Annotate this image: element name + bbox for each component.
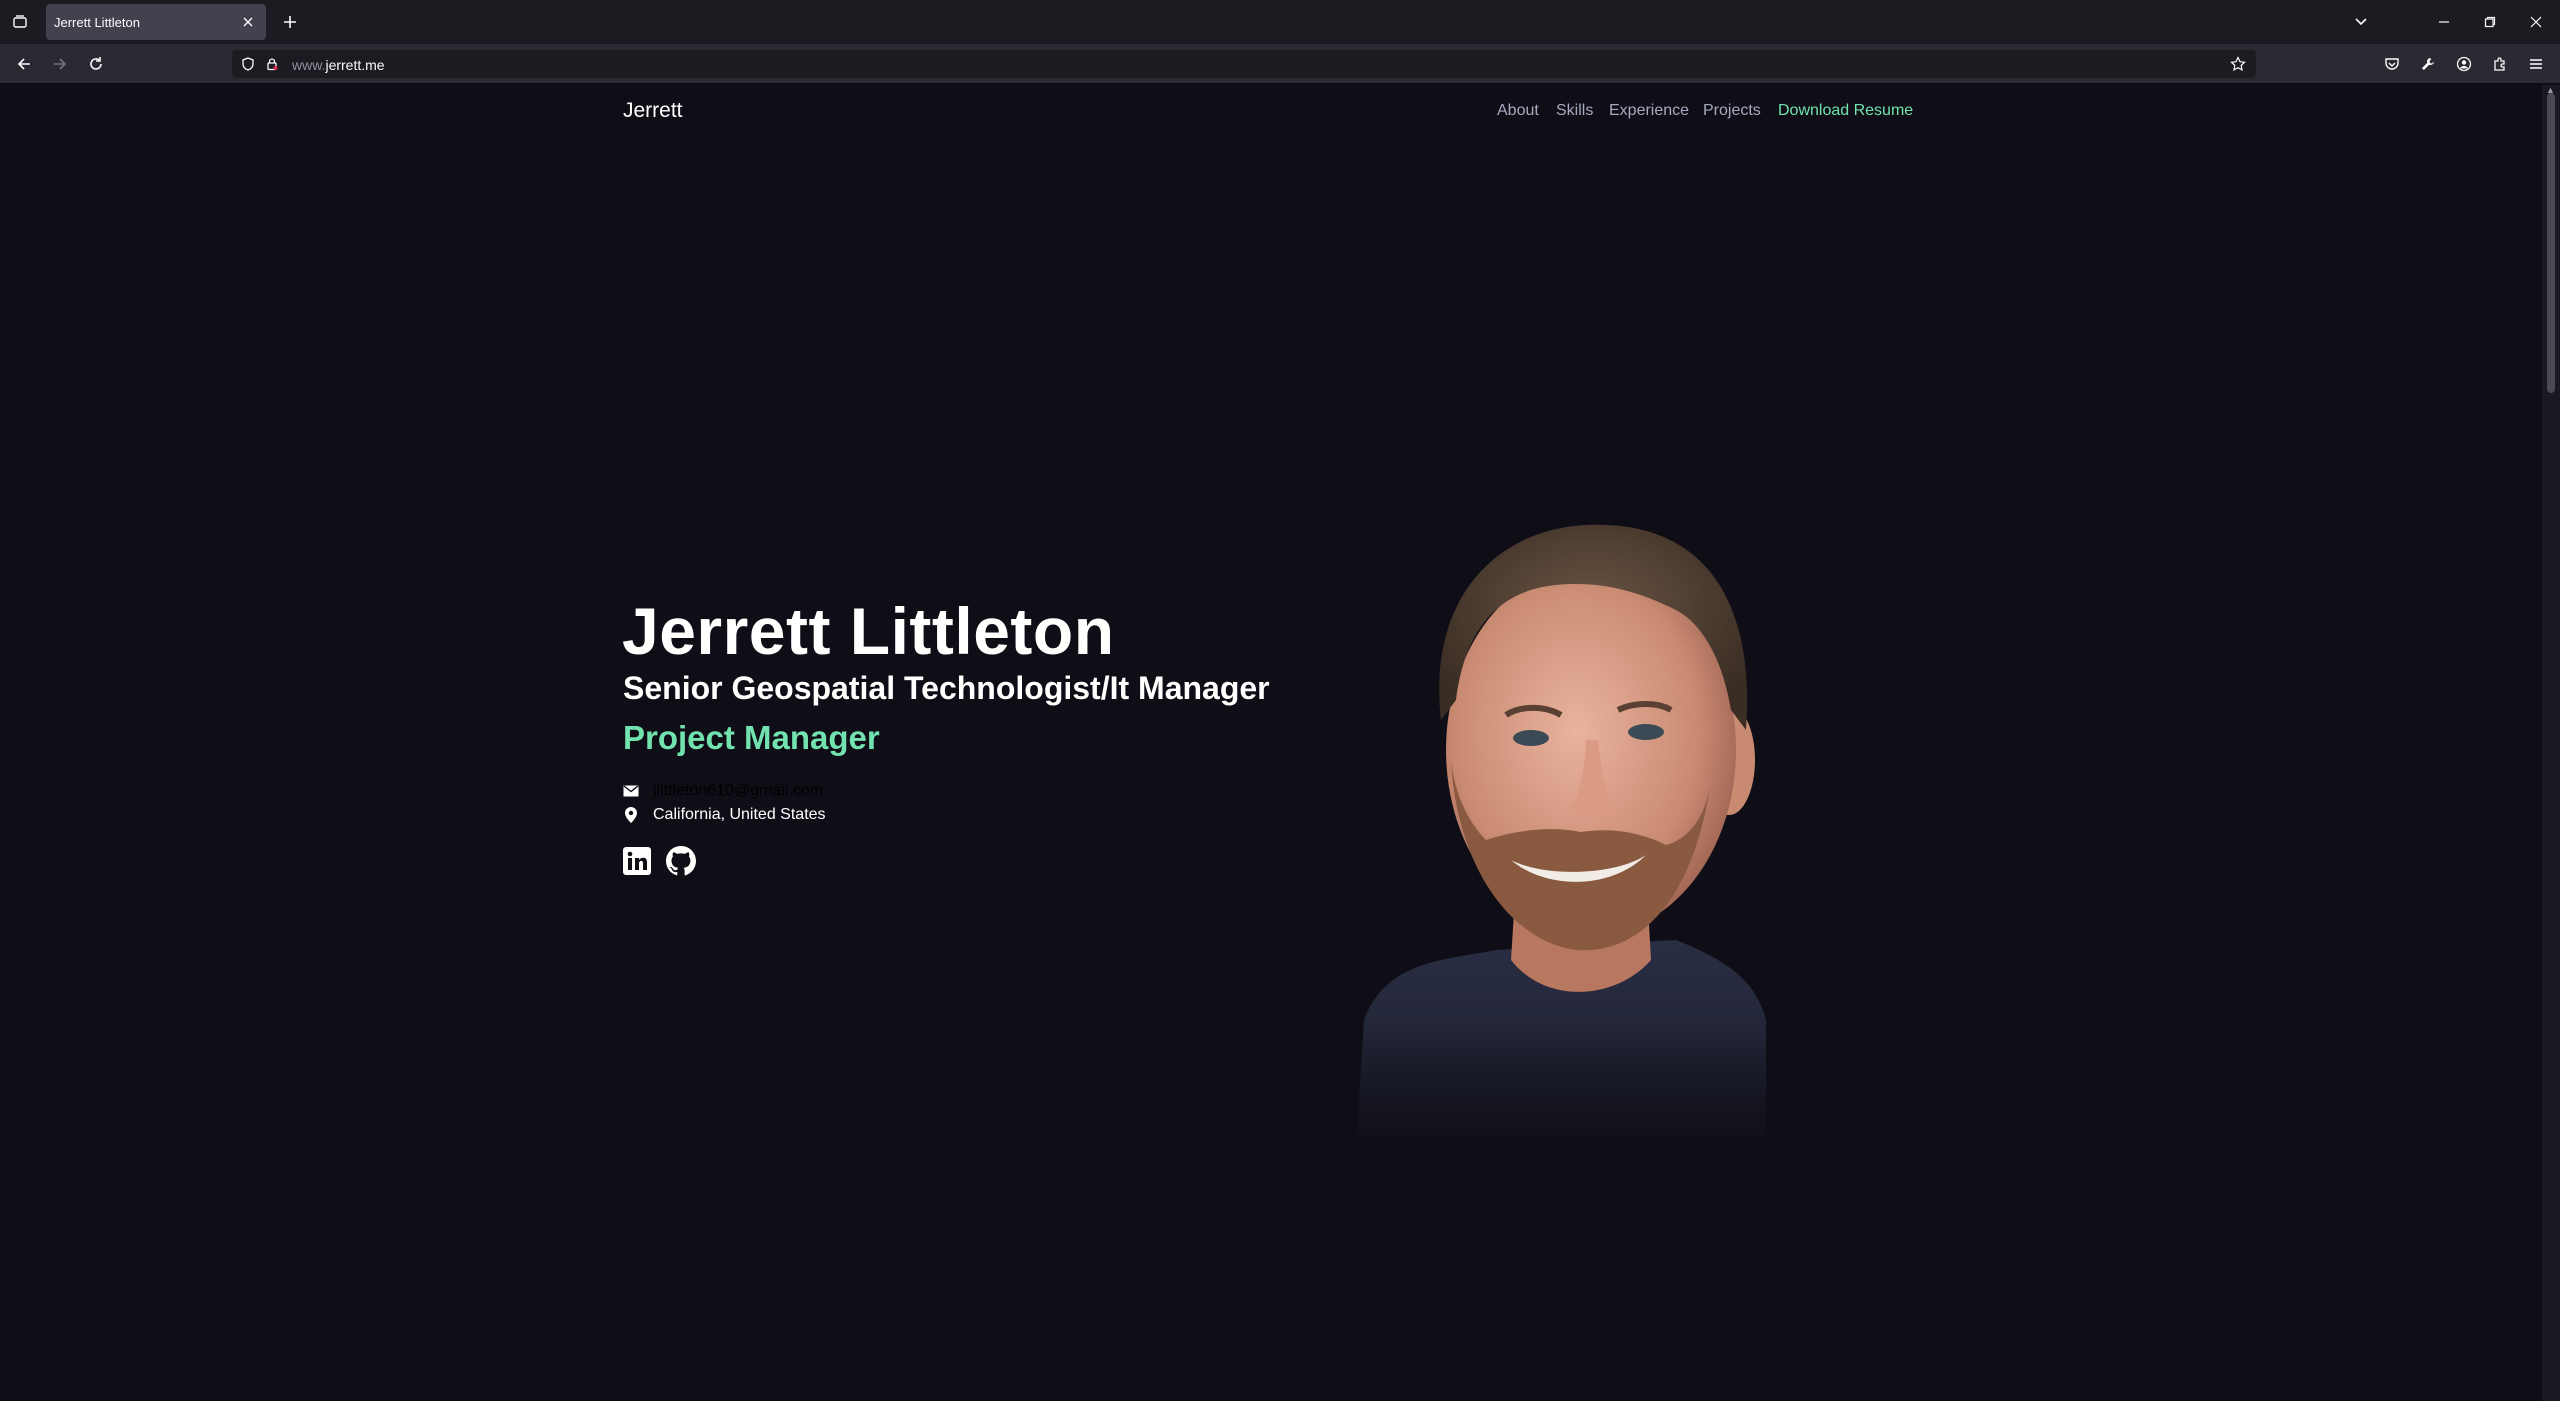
page-scrollbar[interactable]: ▲ [2542,85,2560,1401]
hero-name: Jerrett Littleton [622,594,1115,668]
download-resume-link[interactable]: Download Resume [1778,102,1913,120]
profile-photo [1346,460,1766,1150]
site-brand[interactable]: Jerrett [623,99,683,123]
location-pin-icon [623,807,639,823]
mail-icon [623,783,639,799]
extensions-icon[interactable] [2488,52,2512,76]
reload-icon[interactable] [83,51,109,77]
minimize-icon[interactable] [2430,8,2458,36]
hero-subtitle: Project Manager [623,719,880,756]
plus-icon[interactable] [278,10,302,34]
scroll-thumb[interactable] [2547,93,2555,393]
nav-link-experience[interactable]: Experience [1609,102,1689,120]
github-icon[interactable] [665,845,697,877]
account-icon[interactable] [2452,52,2476,76]
lock-icon[interactable] [262,54,282,74]
chevron-down-icon[interactable] [2347,8,2375,36]
pocket-icon[interactable] [2380,52,2404,76]
wrench-icon[interactable] [2416,52,2440,76]
browser-tabbar: Jerrett Littleton [0,0,2560,44]
tab-list-icon[interactable] [8,10,32,34]
url-prefix: www. [292,57,326,73]
contact-location: California, United States [623,806,826,824]
url-domain: jerrett.me [325,57,385,73]
location-text: California, United States [653,806,826,823]
menu-icon[interactable] [2524,52,2548,76]
restore-icon[interactable] [2476,8,2504,36]
email-link[interactable]: jlittleton610@gmail.com [653,782,823,800]
forward-icon [47,51,73,77]
close-icon[interactable] [238,12,258,32]
url-bar[interactable]: www.jerrett.me [232,50,2256,78]
shield-icon[interactable] [238,54,258,74]
tab-title: Jerrett Littleton [54,15,140,30]
url-text[interactable]: www.jerrett.me [292,57,385,73]
close-icon[interactable] [2522,8,2550,36]
star-icon[interactable] [2228,54,2248,74]
back-icon[interactable] [11,51,37,77]
contact-email: jlittleton610@gmail.com [623,782,823,800]
hero-title: Senior Geospatial Technologist/It Manage… [623,670,1270,706]
browser-tab[interactable]: Jerrett Littleton [46,4,266,40]
linkedin-icon[interactable] [621,845,653,877]
page-viewport: Jerrett About Skills Experience Projects… [0,85,2542,1401]
nav-link-about[interactable]: About [1497,102,1539,120]
nav-link-skills[interactable]: Skills [1556,102,1593,120]
nav-link-projects[interactable]: Projects [1703,102,1761,120]
page-divider [0,1397,2542,1401]
browser-navbar: www.jerrett.me [0,44,2560,84]
